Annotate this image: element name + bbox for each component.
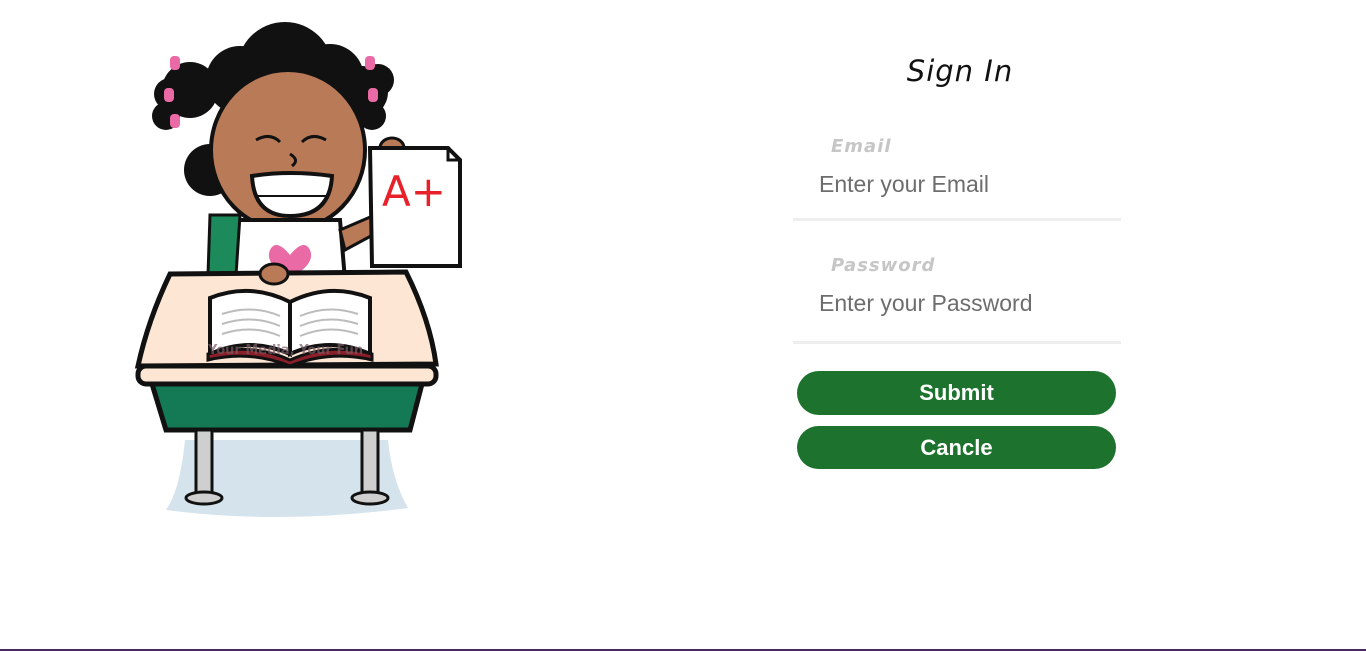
form-title: Sign In <box>906 54 1014 88</box>
password-field-group: Password <box>793 255 1121 344</box>
submit-button[interactable]: Submit <box>797 371 1116 415</box>
grade-text: A+ <box>382 167 446 216</box>
watermark-text: Your Media, Your Fun <box>207 343 363 358</box>
password-input[interactable] <box>819 285 1109 321</box>
student-with-grade-image: A+ Your Media, Your Fun <box>134 22 462 518</box>
cancel-button[interactable]: Cancle <box>797 426 1116 469</box>
sign-in-form: Sign In Email Password Submit Cancle <box>793 40 1121 469</box>
email-field-group: Email <box>793 136 1121 221</box>
email-input[interactable] <box>819 166 1109 202</box>
student-illustration: A+ Your Media, Your Fun <box>130 20 470 525</box>
sign-in-page: A+ Your Media, Your Fun Sign In Email En… <box>0 0 1366 651</box>
email-label: Email <box>831 136 892 157</box>
password-label: Password <box>831 255 936 276</box>
